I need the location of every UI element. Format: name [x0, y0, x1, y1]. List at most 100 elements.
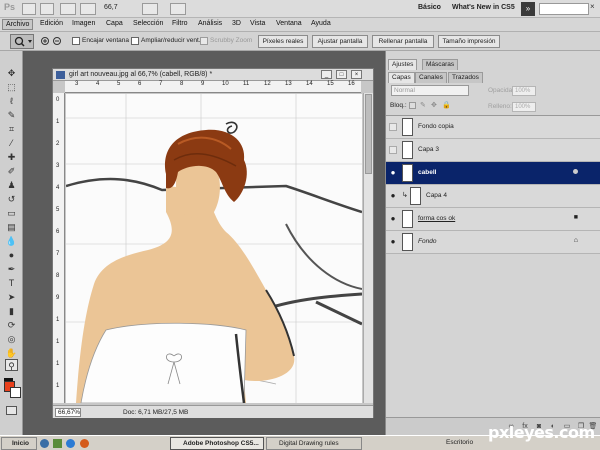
doc-minimize-icon[interactable]: _: [321, 70, 332, 79]
scrubby-checkbox[interactable]: [200, 37, 208, 45]
menu-analisis[interactable]: Análisis: [198, 20, 222, 27]
lasso-tool-icon[interactable]: ℓ: [5, 95, 18, 107]
zoom-percentage-field[interactable]: 66,67%: [55, 408, 81, 417]
hand-icon[interactable]: [80, 3, 96, 15]
quick-select-tool-icon[interactable]: ✎: [5, 109, 18, 121]
layer-row-fondo-copia[interactable]: Fondo copia: [386, 116, 600, 139]
pixeles-reales-button[interactable]: Píxeles reales: [258, 35, 308, 48]
eye-icon[interactable]: ●: [388, 168, 398, 178]
tab-capas[interactable]: Capas: [388, 72, 415, 83]
history-brush-tool-icon[interactable]: ↺: [5, 193, 18, 205]
menu-ventana[interactable]: Ventana: [276, 20, 302, 27]
tab-ajustes[interactable]: Ajustes: [388, 59, 418, 70]
3d-orbit-tool-icon[interactable]: ◎: [5, 333, 18, 345]
hand-tool-icon[interactable]: ✋: [5, 347, 18, 359]
lock-position-icon[interactable]: ✥: [431, 101, 437, 109]
blur-tool-icon[interactable]: 💧: [5, 235, 18, 247]
opacity-field[interactable]: 100%: [512, 86, 536, 96]
type-tool-icon[interactable]: T: [5, 277, 18, 289]
tamano-impresion-button[interactable]: Tamaño impresión: [438, 35, 500, 48]
tab-mascaras[interactable]: Máscaras: [422, 59, 459, 70]
zoom-in-out-icons[interactable]: [40, 36, 64, 48]
marquee-tool-icon[interactable]: ⬚: [5, 81, 18, 93]
eye-icon[interactable]: ●: [388, 237, 398, 247]
layer-style-icon[interactable]: [573, 169, 578, 174]
dodge-tool-icon[interactable]: ●: [5, 249, 18, 261]
visibility-toggle[interactable]: [389, 146, 397, 154]
brush-tool-icon[interactable]: ✐: [5, 165, 18, 177]
workspace-whats-new[interactable]: What's New in CS5: [452, 4, 515, 11]
eraser-tool-icon[interactable]: ▭: [5, 207, 18, 219]
quicklaunch-chrome-icon[interactable]: [66, 439, 75, 448]
menu-seleccion[interactable]: Selección: [133, 20, 163, 27]
quick-mask-icon[interactable]: [6, 406, 17, 415]
menu-ayuda[interactable]: Ayuda: [311, 20, 331, 27]
blend-mode-select[interactable]: Normal: [391, 85, 469, 96]
tab-canales[interactable]: Canales: [415, 72, 447, 83]
menu-3d[interactable]: 3D: [232, 20, 241, 27]
shape-tool-icon[interactable]: ▮: [5, 305, 18, 317]
quicklaunch-ie-icon[interactable]: [40, 439, 49, 448]
ajustar-pantalla-button[interactable]: Ajustar pantalla: [312, 35, 368, 48]
lock-pixels-icon[interactable]: ✎: [420, 101, 426, 109]
menu-filtro[interactable]: Filtro: [172, 20, 188, 27]
3d-rotate-tool-icon[interactable]: ⟳: [5, 319, 18, 331]
menu-edicion[interactable]: Edición: [40, 20, 63, 27]
gradient-tool-icon[interactable]: ▤: [5, 221, 18, 233]
guides-icon[interactable]: [60, 3, 76, 15]
start-button[interactable]: Inicio: [1, 437, 37, 450]
quicklaunch-firefox-icon[interactable]: [80, 439, 89, 448]
taskbar-digital-drawing-rules[interactable]: Digital Drawing rules: [266, 437, 362, 450]
document-titlebar[interactable]: girl art nouveau.jpg al 66,7% (cabell, R…: [53, 69, 373, 81]
minibridge-icon[interactable]: [40, 3, 54, 15]
tab-trazados[interactable]: Trazados: [448, 72, 483, 83]
doc-close-icon[interactable]: ×: [351, 70, 362, 79]
menu-imagen[interactable]: Imagen: [72, 20, 95, 27]
menu-archivo[interactable]: Archivo: [2, 19, 34, 30]
layer-row-forma-cos-ok[interactable]: ● forma cos ok ■: [386, 208, 600, 231]
background-color-swatch[interactable]: [10, 387, 21, 398]
eyedropper-tool-icon[interactable]: ⁄: [5, 137, 18, 149]
lock-all-icon[interactable]: 🔒: [442, 101, 451, 109]
layer-row-fondo[interactable]: ● Fondo ⌂: [386, 231, 600, 254]
screen-mode-icon[interactable]: [170, 3, 186, 15]
crop-tool-icon[interactable]: ⌗: [5, 123, 18, 135]
healing-tool-icon[interactable]: ✚: [5, 151, 18, 163]
eye-icon[interactable]: ●: [388, 191, 398, 201]
menu-capa[interactable]: Capa: [106, 20, 123, 27]
vertical-scrollbar[interactable]: [363, 93, 373, 403]
window-close-icon[interactable]: ×: [590, 2, 599, 14]
document-size-info[interactable]: Doc: 6,71 MB/27,5 MB: [123, 409, 188, 416]
move-tool-icon[interactable]: ✥: [5, 67, 18, 79]
lock-transparent-icon[interactable]: [409, 102, 416, 109]
taskbar-photoshop[interactable]: Adobe Photoshop CS5...: [170, 437, 264, 450]
path-select-tool-icon[interactable]: ➤: [5, 291, 18, 303]
rellenar-pantalla-button[interactable]: Rellenar pantalla: [372, 35, 434, 48]
doc-maximize-icon[interactable]: □: [336, 70, 347, 79]
fill-field[interactable]: 100%: [512, 102, 536, 112]
zoom-tool-preset[interactable]: [10, 34, 34, 49]
ruler-vertical[interactable]: 0 1 2 3 4 5 6 7 8 9 1 1 1 1: [53, 93, 65, 403]
stamp-tool-icon[interactable]: ♟: [5, 179, 18, 191]
more-workspaces-icon[interactable]: »: [521, 2, 535, 16]
workspace-basic[interactable]: Básico: [418, 4, 441, 11]
scrollbar-thumb[interactable]: [365, 94, 372, 174]
quicklaunch-desktop-icon[interactable]: [53, 439, 62, 448]
zoom-level-select[interactable]: 66,7: [104, 4, 118, 11]
ampliar-checkbox[interactable]: [131, 37, 139, 45]
image-canvas[interactable]: [66, 94, 362, 403]
pen-tool-icon[interactable]: ✒: [5, 263, 18, 275]
eye-icon[interactable]: ●: [388, 214, 398, 224]
bridge-icon[interactable]: [22, 3, 36, 15]
layer-row-capa-4[interactable]: ● ↳ Capa 4: [386, 185, 600, 208]
zoom-tool-icon[interactable]: ⚲: [5, 359, 18, 371]
arrange-documents-icon[interactable]: [142, 3, 158, 15]
cs-live-field[interactable]: [539, 3, 589, 15]
ruler-horizontal[interactable]: 3 4 5 6 7 8 9 10 11 12 13 14 15 16: [65, 81, 361, 93]
layer-row-cabell[interactable]: ● cabell: [386, 162, 600, 185]
tray-escritorio[interactable]: Escritorio: [446, 439, 473, 446]
layer-row-capa-3[interactable]: Capa 3: [386, 139, 600, 162]
encajar-checkbox[interactable]: [72, 37, 80, 45]
visibility-toggle[interactable]: [389, 123, 397, 131]
menu-vista[interactable]: Vista: [250, 20, 265, 27]
